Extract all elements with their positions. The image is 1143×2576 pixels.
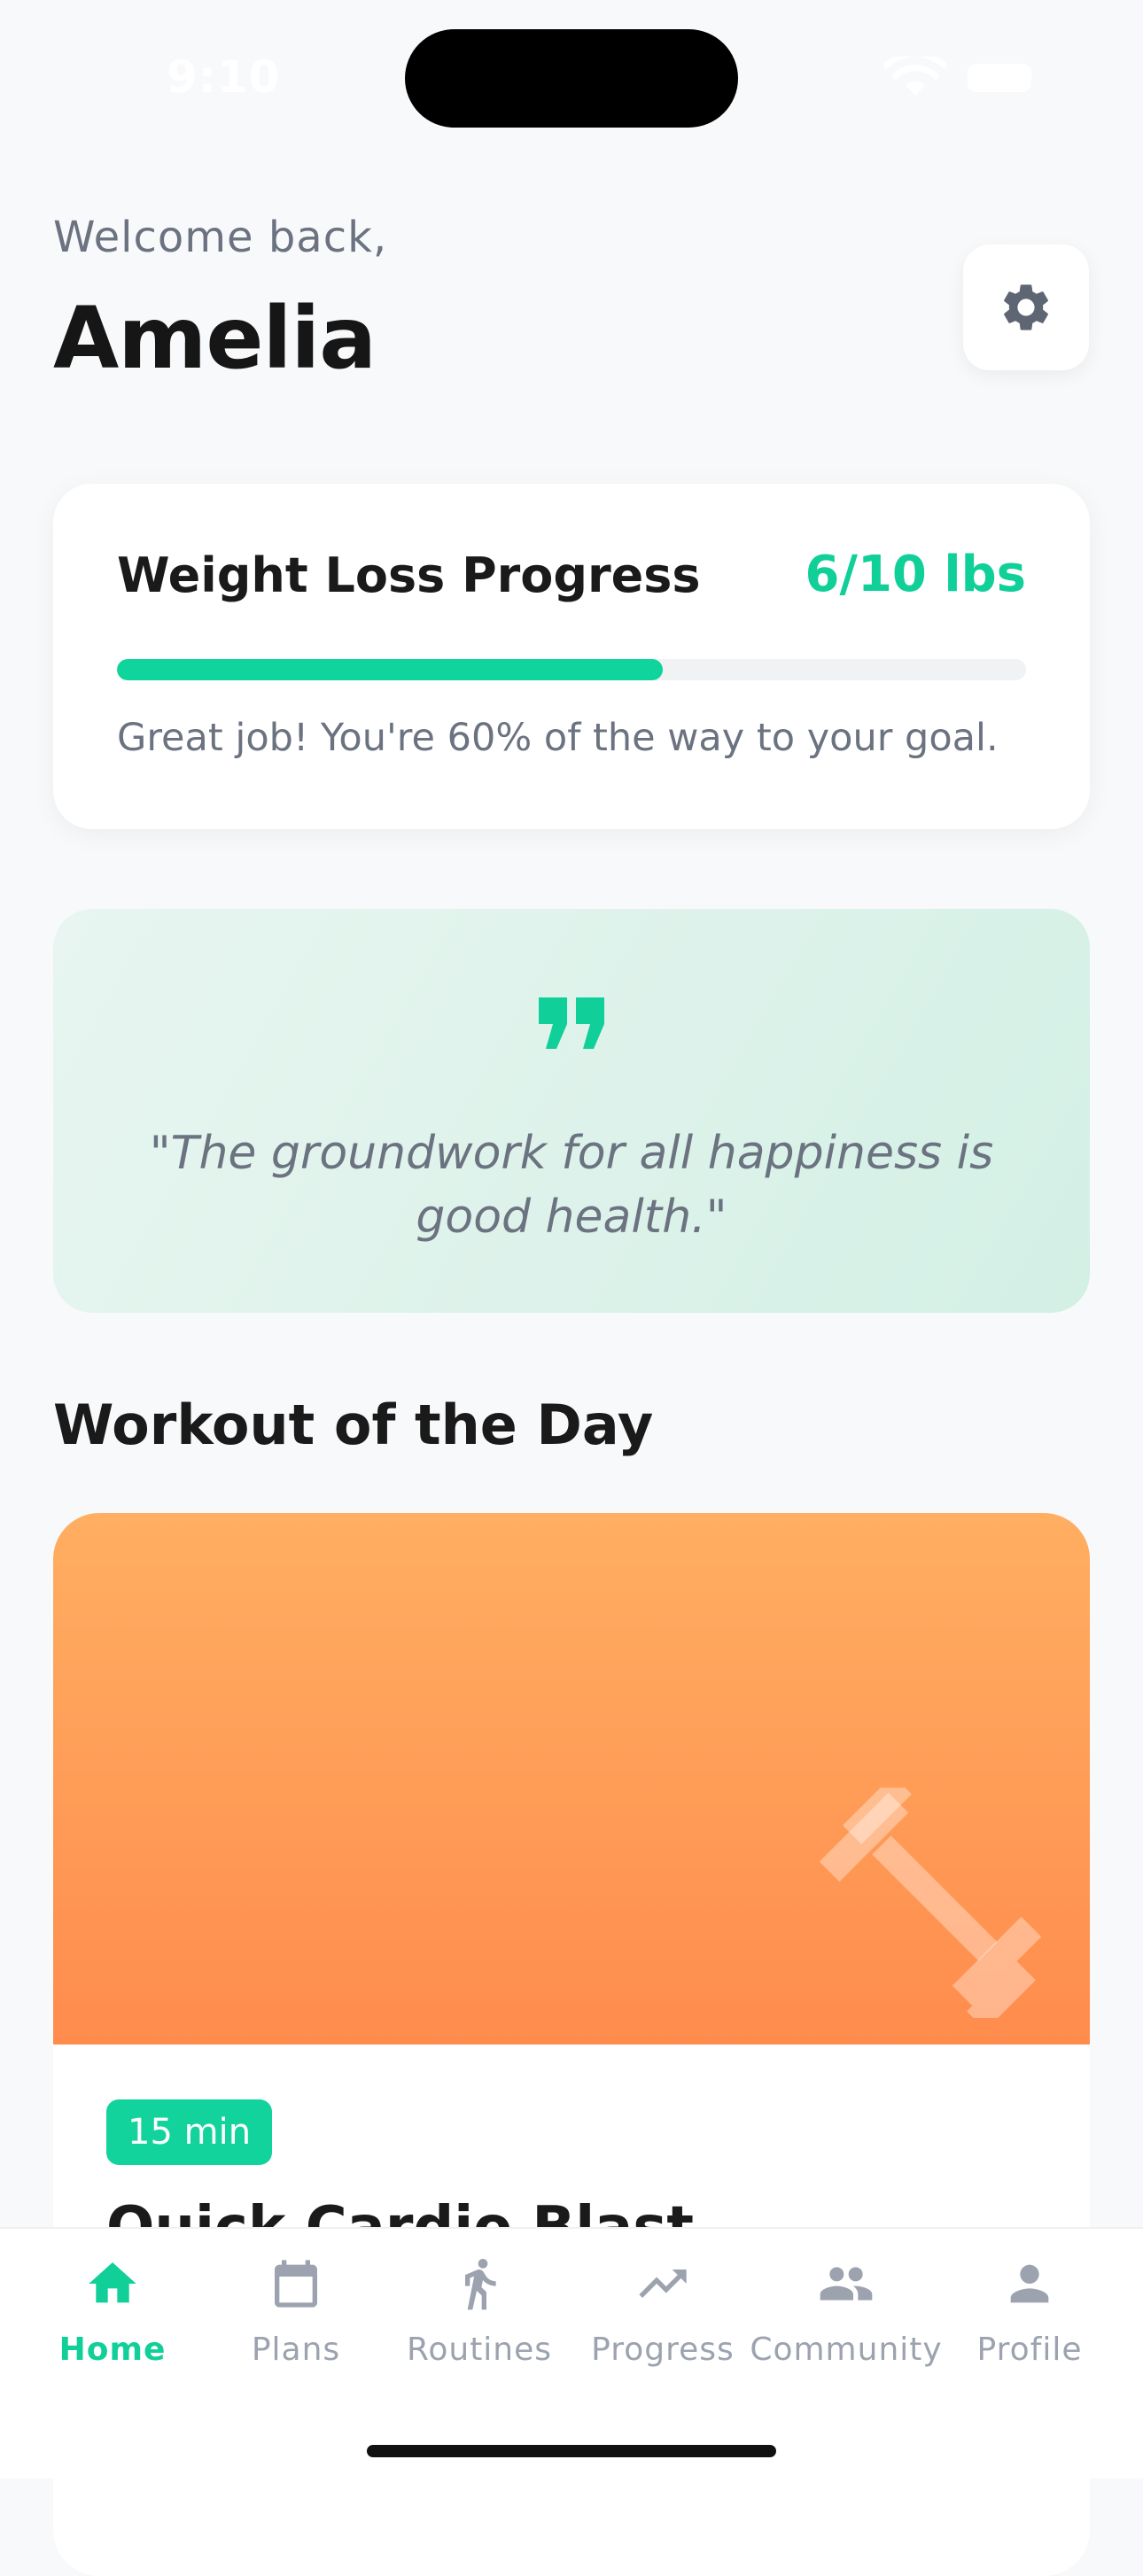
status-time: 9:10 <box>167 51 281 103</box>
nav-label-home: Home <box>58 2332 167 2368</box>
calendar-icon <box>275 2260 317 2308</box>
quote-icon <box>539 997 604 1049</box>
dumbbell-icon <box>819 1788 1042 2018</box>
home-icon <box>89 2262 136 2303</box>
nav-profile[interactable]: Profile <box>937 2255 1123 2388</box>
nav-label-profile: Profile <box>976 2332 1083 2368</box>
progress-title: Weight Loss Progress <box>117 547 701 603</box>
progress-bar <box>117 659 1026 680</box>
workout-banner <box>53 1513 1090 2045</box>
person-icon <box>1010 2264 1049 2303</box>
people-icon <box>820 2267 873 2301</box>
nav-label-plans: Plans <box>251 2332 341 2368</box>
nav-label-progress: Progress <box>591 2332 735 2368</box>
weight-progress-card[interactable]: Weight Loss Progress 6/10 lbs Great job!… <box>53 484 1090 829</box>
progress-value: 6/10 lbs <box>805 546 1026 603</box>
nav-plans[interactable]: Plans <box>203 2255 389 2388</box>
duration-badge: 15 min <box>106 2099 273 2165</box>
wifi-icon <box>884 57 946 96</box>
progress-message: Great job! You're 60% of the way to your… <box>117 716 999 760</box>
user-name: Amelia <box>53 289 377 388</box>
quote-card: "The groundwork for all happiness is goo… <box>53 909 1090 1313</box>
nav-progress[interactable]: Progress <box>570 2255 756 2388</box>
welcome-text: Welcome back, <box>53 213 388 262</box>
nav-label-routines: Routines <box>406 2332 553 2368</box>
running-icon <box>465 2259 496 2310</box>
battery-icon <box>968 64 1031 92</box>
workout-section-title: Workout of the Day <box>53 1393 654 1457</box>
nav-label-community: Community <box>750 2332 943 2368</box>
settings-button[interactable] <box>963 244 1089 370</box>
nav-community[interactable]: Community <box>750 2255 943 2388</box>
progress-bar-fill <box>117 659 663 680</box>
nav-home[interactable]: Home <box>19 2255 206 2388</box>
nav-routines[interactable]: Routines <box>386 2255 572 2388</box>
gear-icon <box>1004 284 1048 330</box>
home-indicator <box>367 2445 776 2457</box>
quote-text: "The groundwork for all happiness is goo… <box>149 1127 994 1244</box>
trending-up-icon <box>639 2270 687 2298</box>
bottom-nav: Home Plans Routines Progress Community P… <box>0 2227 1143 2479</box>
dynamic-island <box>405 29 738 128</box>
